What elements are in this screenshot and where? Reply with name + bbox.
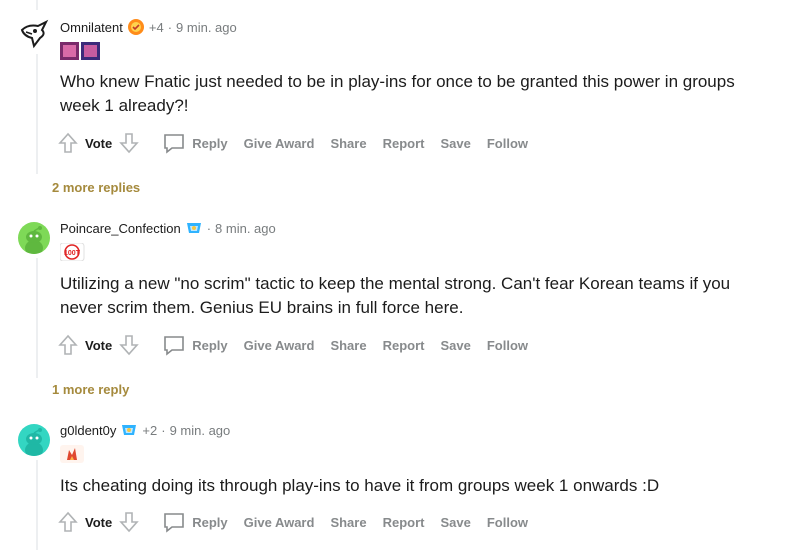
thread-line[interactable] — [36, 258, 38, 378]
downvote-icon[interactable] — [118, 333, 140, 357]
downvote-icon[interactable] — [118, 510, 140, 534]
more-replies-link[interactable]: 2 more replies — [52, 180, 140, 195]
flair-text: 100T — [64, 250, 81, 257]
reply-label: Reply — [192, 135, 228, 151]
comment-bubble-icon — [164, 336, 185, 356]
share-button[interactable]: Share — [330, 136, 366, 151]
reply-label: Reply — [192, 514, 228, 530]
username[interactable]: Poincare_Confection — [60, 221, 181, 236]
comment-actions: Vote Reply Give Award Share Report Save … — [57, 509, 544, 535]
reply-button[interactable]: Reply — [162, 510, 243, 534]
user-flair — [60, 445, 100, 463]
award-icon[interactable] — [185, 219, 203, 237]
snoo-avatar-icon — [25, 428, 43, 456]
snoo-avatar-icon — [25, 226, 43, 254]
downvote-icon[interactable] — [118, 131, 140, 155]
comment-body: Its cheating doing its through play-ins … — [60, 476, 660, 495]
avatar[interactable] — [18, 424, 50, 456]
report-button[interactable]: Report — [383, 136, 425, 151]
separator-dot: · — [167, 19, 173, 35]
comment-actions: Vote Reply Give Award Share Report Save … — [57, 130, 544, 156]
follow-button[interactable]: Follow — [487, 136, 528, 151]
user-flair — [60, 42, 100, 60]
follow-button[interactable]: Follow — [487, 338, 528, 353]
thread-line[interactable] — [36, 54, 38, 174]
timestamp[interactable]: 8 min. ago — [215, 221, 276, 236]
save-button[interactable]: Save — [440, 136, 470, 151]
comment-meta: Omnilatent +4 · 9 min. ago — [60, 18, 237, 36]
comment-meta: g0ldent0y +2 · 9 min. ago — [60, 421, 230, 439]
comment-bubble-icon — [164, 513, 185, 533]
flair-fire-logo-icon — [60, 445, 84, 463]
separator-dot: · — [206, 220, 212, 236]
username[interactable]: g0ldent0y — [60, 423, 116, 438]
comment-actions: Vote Reply Give Award Share Report Save … — [57, 332, 544, 358]
reply-button[interactable]: Reply — [162, 333, 243, 357]
avatar[interactable] — [18, 18, 50, 50]
give-award-button[interactable]: Give Award — [244, 136, 315, 151]
share-button[interactable]: Share — [330, 338, 366, 353]
vote-label: Vote — [85, 135, 113, 151]
flair-champion-icons — [60, 42, 100, 60]
username[interactable]: Omnilatent — [60, 20, 123, 35]
report-button[interactable]: Report — [383, 338, 425, 353]
report-button[interactable]: Report — [383, 515, 425, 530]
reply-button[interactable]: Reply — [162, 131, 243, 155]
thread-line[interactable] — [36, 0, 38, 10]
avatar-sketch-icon — [20, 19, 49, 49]
give-award-button[interactable]: Give Award — [244, 338, 315, 353]
vote-label: Vote — [85, 337, 113, 353]
award-count[interactable]: +4 — [149, 20, 164, 35]
avatar[interactable] — [18, 222, 50, 254]
save-button[interactable]: Save — [440, 515, 470, 530]
user-flair: 100T — [59, 242, 100, 262]
more-replies-link[interactable]: 1 more reply — [52, 382, 129, 397]
award-count[interactable]: +2 — [142, 423, 157, 438]
comment-bubble-icon — [164, 134, 185, 154]
save-button[interactable]: Save — [440, 338, 470, 353]
upvote-icon[interactable] — [57, 333, 79, 357]
comment-body: Who knew Fnatic just needed to be in pla… — [60, 72, 735, 115]
award-icon[interactable] — [127, 18, 145, 36]
thread-line[interactable] — [36, 460, 38, 550]
follow-button[interactable]: Follow — [487, 515, 528, 530]
upvote-icon[interactable] — [57, 131, 79, 155]
give-award-button[interactable]: Give Award — [244, 515, 315, 530]
upvote-icon[interactable] — [57, 510, 79, 534]
share-button[interactable]: Share — [330, 515, 366, 530]
vote-label: Vote — [85, 514, 113, 530]
reply-label: Reply — [192, 337, 228, 353]
timestamp[interactable]: 9 min. ago — [170, 423, 231, 438]
separator-dot: · — [161, 422, 166, 438]
comment-body: Utilizing a new "no scrim" tactic to kee… — [60, 274, 731, 317]
flair-team-logo-icon: 100T — [59, 242, 85, 262]
award-icon[interactable] — [120, 421, 138, 439]
comment-meta: Poincare_Confection · 8 min. ago — [60, 219, 276, 237]
timestamp[interactable]: 9 min. ago — [176, 20, 237, 35]
